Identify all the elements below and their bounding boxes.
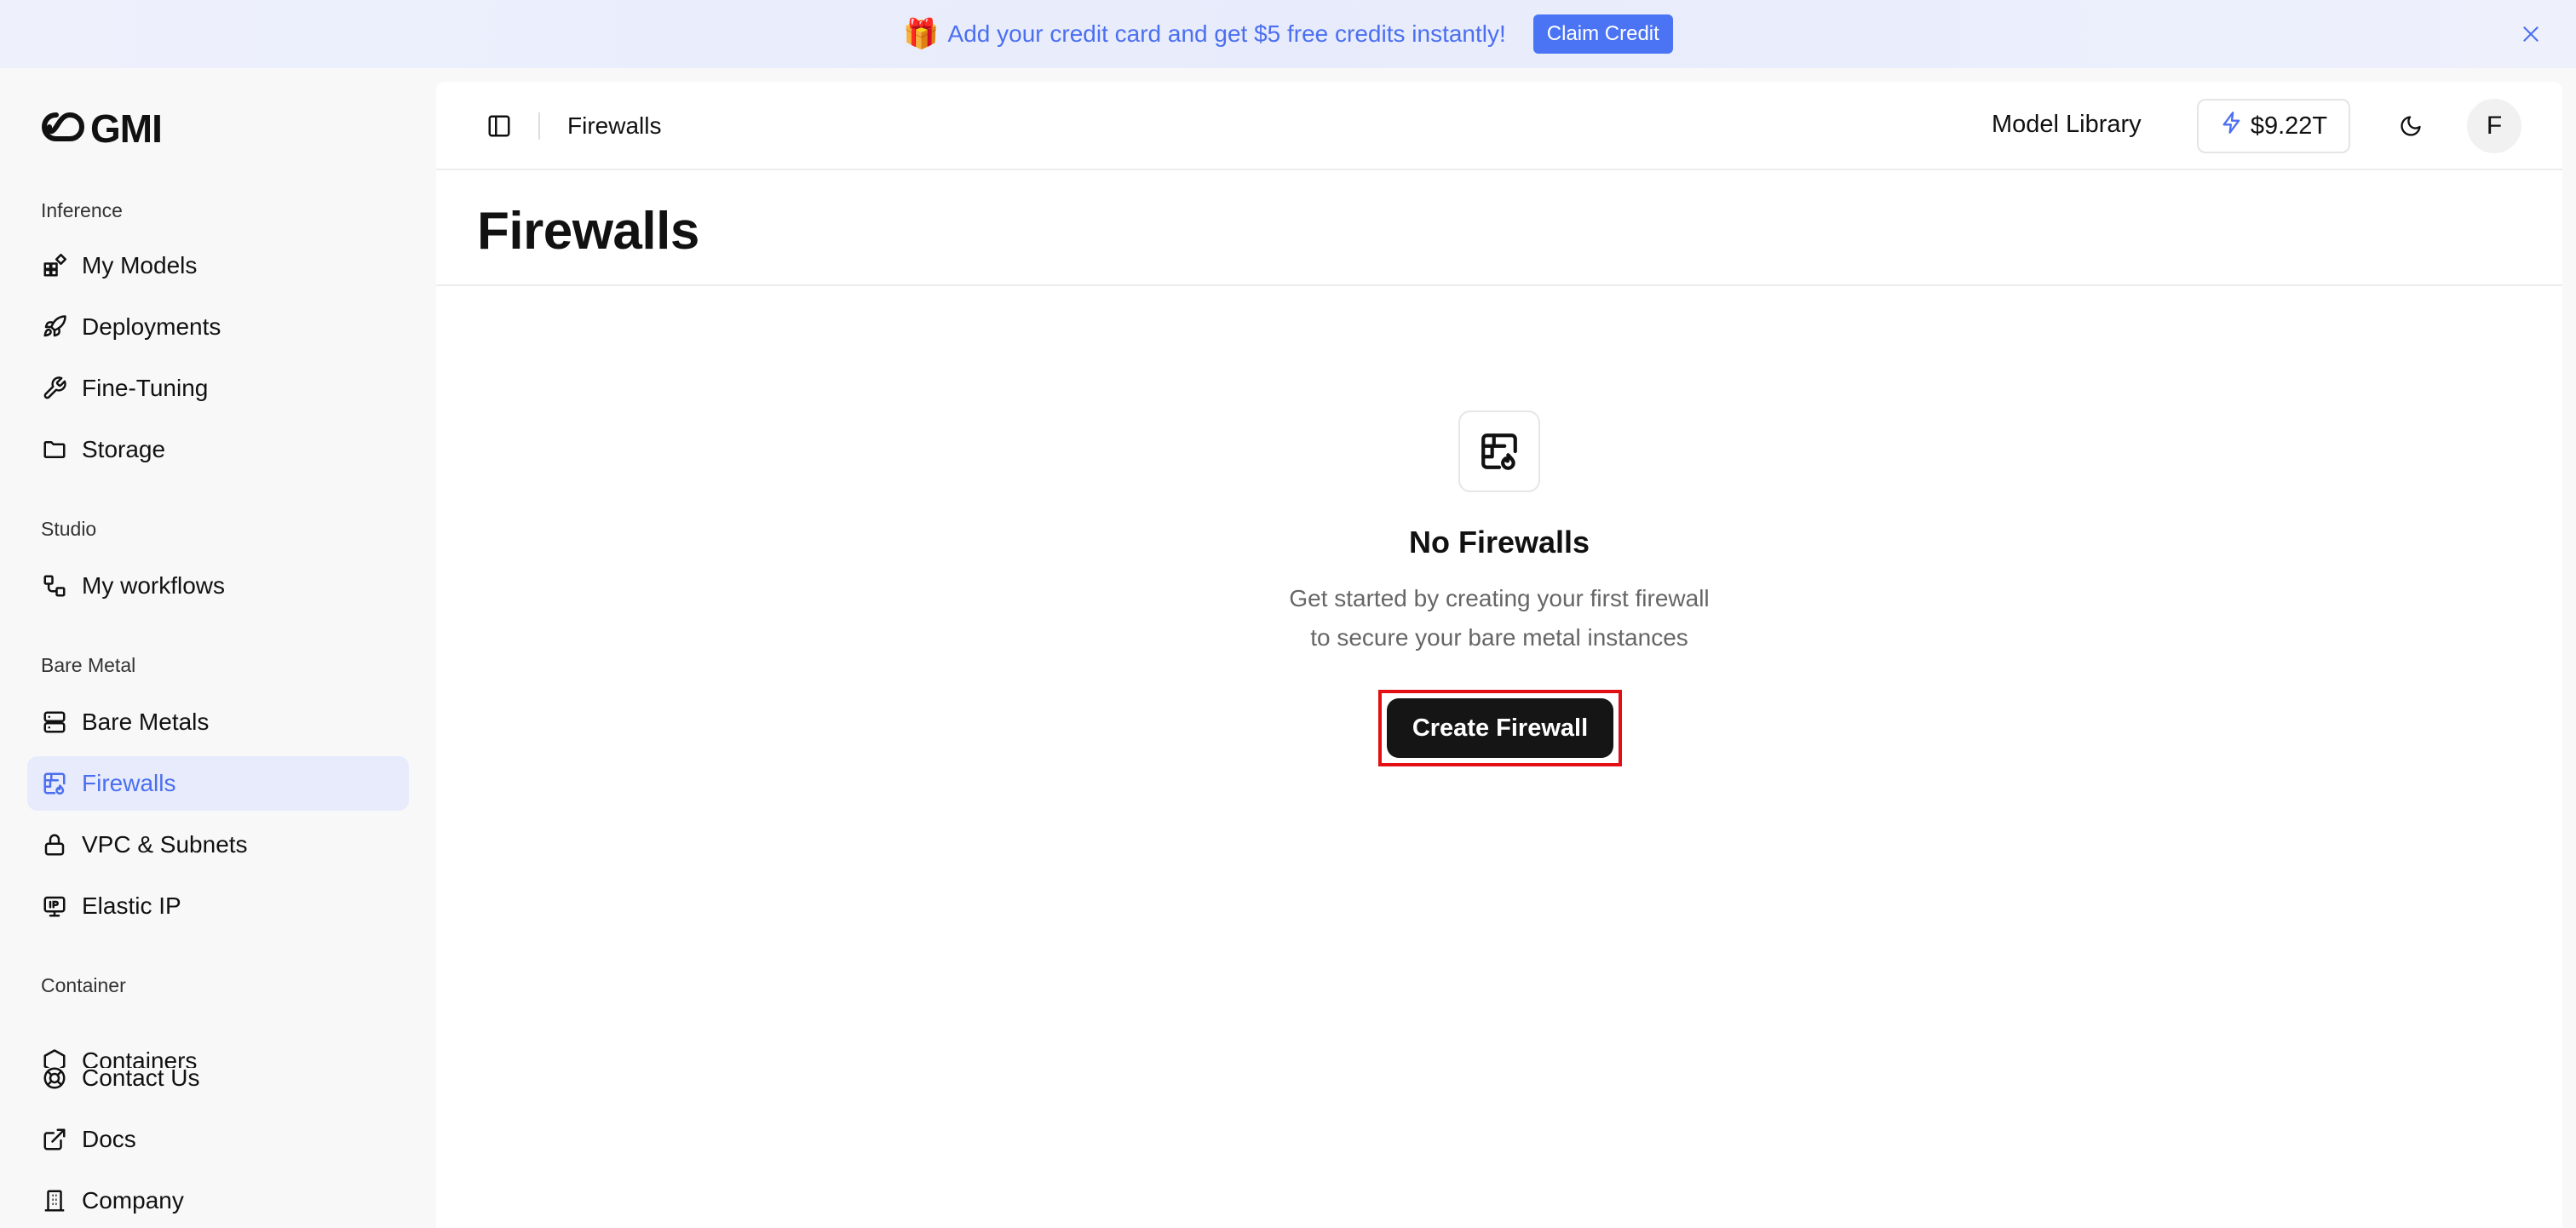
- firewall-icon: [41, 770, 68, 797]
- moon-icon[interactable]: [2394, 109, 2428, 143]
- sidebar-item-label: Firewalls: [82, 770, 176, 796]
- sidebar-item-label: Fine-Tuning: [82, 375, 209, 401]
- elastic-ip-icon: [41, 892, 68, 920]
- model-library-link[interactable]: Model Library: [1992, 111, 2142, 139]
- external-link-icon: [41, 1126, 68, 1153]
- topbar-divider: [538, 112, 540, 140]
- sidebar-item-storage[interactable]: Storage: [27, 422, 409, 477]
- gift-icon: 🎁: [903, 18, 940, 50]
- sidebar-item-label: My Models: [82, 252, 198, 278]
- sidebar-item-company[interactable]: Company: [27, 1173, 409, 1228]
- sidebar-item-bare-metals[interactable]: Bare Metals: [27, 695, 409, 749]
- section-inference: Inference: [41, 199, 123, 221]
- credits-badge[interactable]: $9.22T: [2197, 99, 2350, 153]
- sidebar-item-label: Deployments: [82, 313, 221, 340]
- sidebar-item-fine-tuning[interactable]: Fine-Tuning: [27, 361, 409, 416]
- breadcrumb: Firewalls: [567, 112, 662, 139]
- empty-state-desc-line: to secure your bare metal instances: [1310, 624, 1688, 651]
- empty-state-desc-line: Get started by creating your first firew…: [1289, 585, 1710, 611]
- topbar: Firewalls Model Library $9.22T F: [436, 82, 2562, 170]
- credits-amount: $9.22T: [2250, 112, 2328, 140]
- avatar[interactable]: F: [2467, 99, 2521, 153]
- wrench-icon: [41, 375, 68, 402]
- empty-state-description: Get started by creating your first firew…: [1201, 579, 1797, 657]
- sidebar-item-label: Elastic IP: [82, 892, 181, 919]
- sidebar-item-label: Company: [82, 1187, 184, 1214]
- rocket-icon: [41, 313, 68, 341]
- lightning-icon: [2220, 111, 2244, 141]
- lifebuoy-icon: [41, 1064, 68, 1092]
- sidebar-item-label: Contact Us: [82, 1064, 200, 1091]
- sidebar-item-docs[interactable]: Docs: [27, 1112, 409, 1167]
- sidebar-item-deployments[interactable]: Deployments: [27, 300, 409, 354]
- sidebar-toggle-icon[interactable]: [484, 111, 515, 141]
- sidebar-item-label: Bare Metals: [82, 709, 210, 735]
- sidebar-item-vpc-subnets[interactable]: VPC & Subnets: [27, 818, 409, 872]
- workflow-icon: [41, 572, 68, 600]
- sidebar-item-label: My workflows: [82, 572, 226, 599]
- sidebar-item-my-models[interactable]: My Models: [27, 238, 409, 293]
- empty-state-title: No Firewalls: [1408, 525, 1590, 559]
- sidebar-item-label: Docs: [82, 1126, 136, 1152]
- firewall-icon: [1458, 410, 1540, 492]
- sidebar-item-firewalls[interactable]: Firewalls: [27, 756, 409, 811]
- sidebar-item-label: Storage: [82, 436, 166, 462]
- models-icon: [41, 252, 68, 279]
- promo-text: Add your credit card and get $5 free cre…: [947, 20, 1506, 47]
- building-icon: [41, 1187, 68, 1214]
- folder-icon: [41, 436, 68, 463]
- main-panel: Firewalls Model Library $9.22T F Firewal…: [436, 82, 2562, 1228]
- page-header: Firewalls: [436, 170, 2562, 286]
- sidebar-item-elastic-ip[interactable]: Elastic IP: [27, 879, 409, 933]
- lock-icon: [41, 831, 68, 858]
- section-container: Container: [41, 974, 126, 996]
- sidebar-item-my-workflows[interactable]: My workflows: [27, 559, 409, 613]
- section-studio: Studio: [41, 518, 97, 540]
- sidebar-item-label: VPC & Subnets: [82, 831, 248, 858]
- promo-banner: 🎁 Add your credit card and get $5 free c…: [0, 0, 2576, 68]
- logo-text: GMI: [90, 106, 163, 151]
- server-icon: [41, 709, 68, 736]
- create-firewall-button[interactable]: Create Firewall: [1387, 698, 1613, 758]
- section-bare-metal: Bare Metal: [41, 654, 136, 676]
- page-title: Firewalls: [477, 202, 699, 261]
- logo-icon: [39, 108, 87, 150]
- close-icon[interactable]: [2515, 18, 2547, 50]
- claim-credit-button[interactable]: Claim Credit: [1532, 14, 1673, 54]
- sidebar-item-contact-us[interactable]: Contact Us: [27, 1051, 409, 1105]
- sidebar: GMI Inference My Models Deployments Fine…: [0, 68, 436, 1228]
- gmi-logo[interactable]: GMI: [39, 106, 163, 152]
